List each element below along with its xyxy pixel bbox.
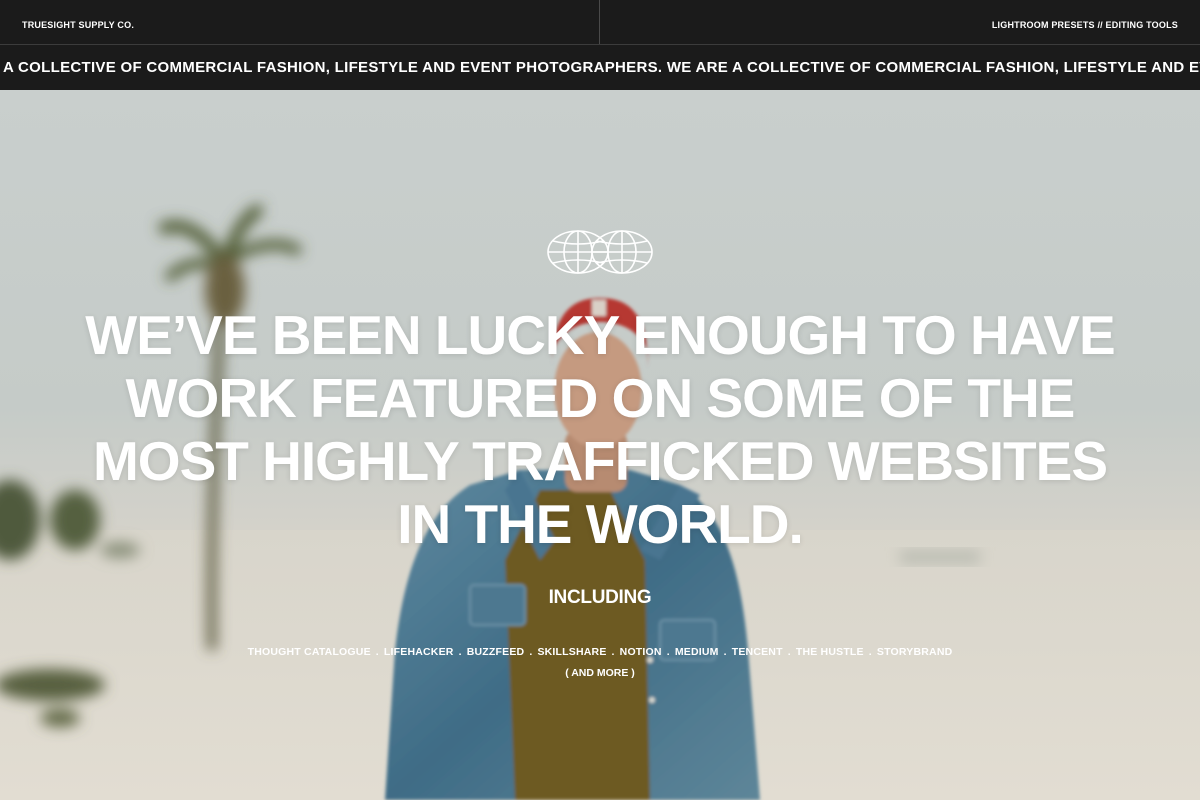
publication-item: SKILLSHARE xyxy=(537,646,607,658)
hero-section: WE’VE BEEN LUCKY ENOUGH TO HAVE WORK FEA… xyxy=(0,90,1200,800)
list-separator: . xyxy=(868,646,872,658)
including-label: INCLUDING xyxy=(548,587,652,608)
hero-text-block: WE’VE BEEN LUCKY ENOUGH TO HAVE WORK FEA… xyxy=(0,90,1200,800)
headline-line: WE’VE BEEN LUCKY ENOUGH TO HAVE xyxy=(85,304,1115,366)
top-bar-divider xyxy=(599,0,600,44)
list-separator: . xyxy=(611,646,615,658)
publication-item: THOUGHT CATALOGUE xyxy=(247,646,371,658)
marquee-text: A COLLECTIVE OF COMMERCIAL FASHION, LIFE… xyxy=(3,59,1200,76)
top-bar: TRUESIGHT SUPPLY CO. LIGHTROOM PRESETS /… xyxy=(0,0,1200,44)
list-separator: . xyxy=(666,646,670,658)
publication-item: LIFEHACKER xyxy=(383,646,454,658)
list-separator: . xyxy=(458,646,462,658)
publication-item: STORYBRAND xyxy=(876,646,953,658)
publication-item: BUZZFEED xyxy=(466,646,525,658)
headline-line: WORK FEATURED ON SOME OF THE xyxy=(125,367,1076,429)
nav-links[interactable]: LIGHTROOM PRESETS // EDITING TOOLS xyxy=(992,0,1178,50)
hero-headline: WE’VE BEEN LUCKY ENOUGH TO HAVE WORK FEA… xyxy=(60,304,1140,556)
marquee-banner: A COLLECTIVE OF COMMERCIAL FASHION, LIFE… xyxy=(0,44,1200,91)
publication-item: MEDIUM xyxy=(674,646,719,658)
publication-item: THE HUSTLE xyxy=(795,646,864,658)
and-more-label: ( AND MORE ) xyxy=(565,667,635,679)
headline-line: IN THE WORLD. xyxy=(397,493,804,555)
headline-line: MOST HIGHLY TRAFFICKED WEBSITES xyxy=(92,430,1108,492)
list-separator: . xyxy=(529,646,533,658)
brand-name[interactable]: TRUESIGHT SUPPLY CO. xyxy=(22,0,134,50)
publication-item: NOTION xyxy=(619,646,662,658)
list-separator: . xyxy=(787,646,791,658)
list-separator: . xyxy=(723,646,727,658)
publication-item: TENCENT xyxy=(731,646,783,658)
list-separator: . xyxy=(375,646,379,658)
double-globe-icon xyxy=(547,230,653,274)
publication-list: THOUGHT CATALOGUE. LIFEHACKER. BUZZFEED. SK… xyxy=(0,646,1200,658)
